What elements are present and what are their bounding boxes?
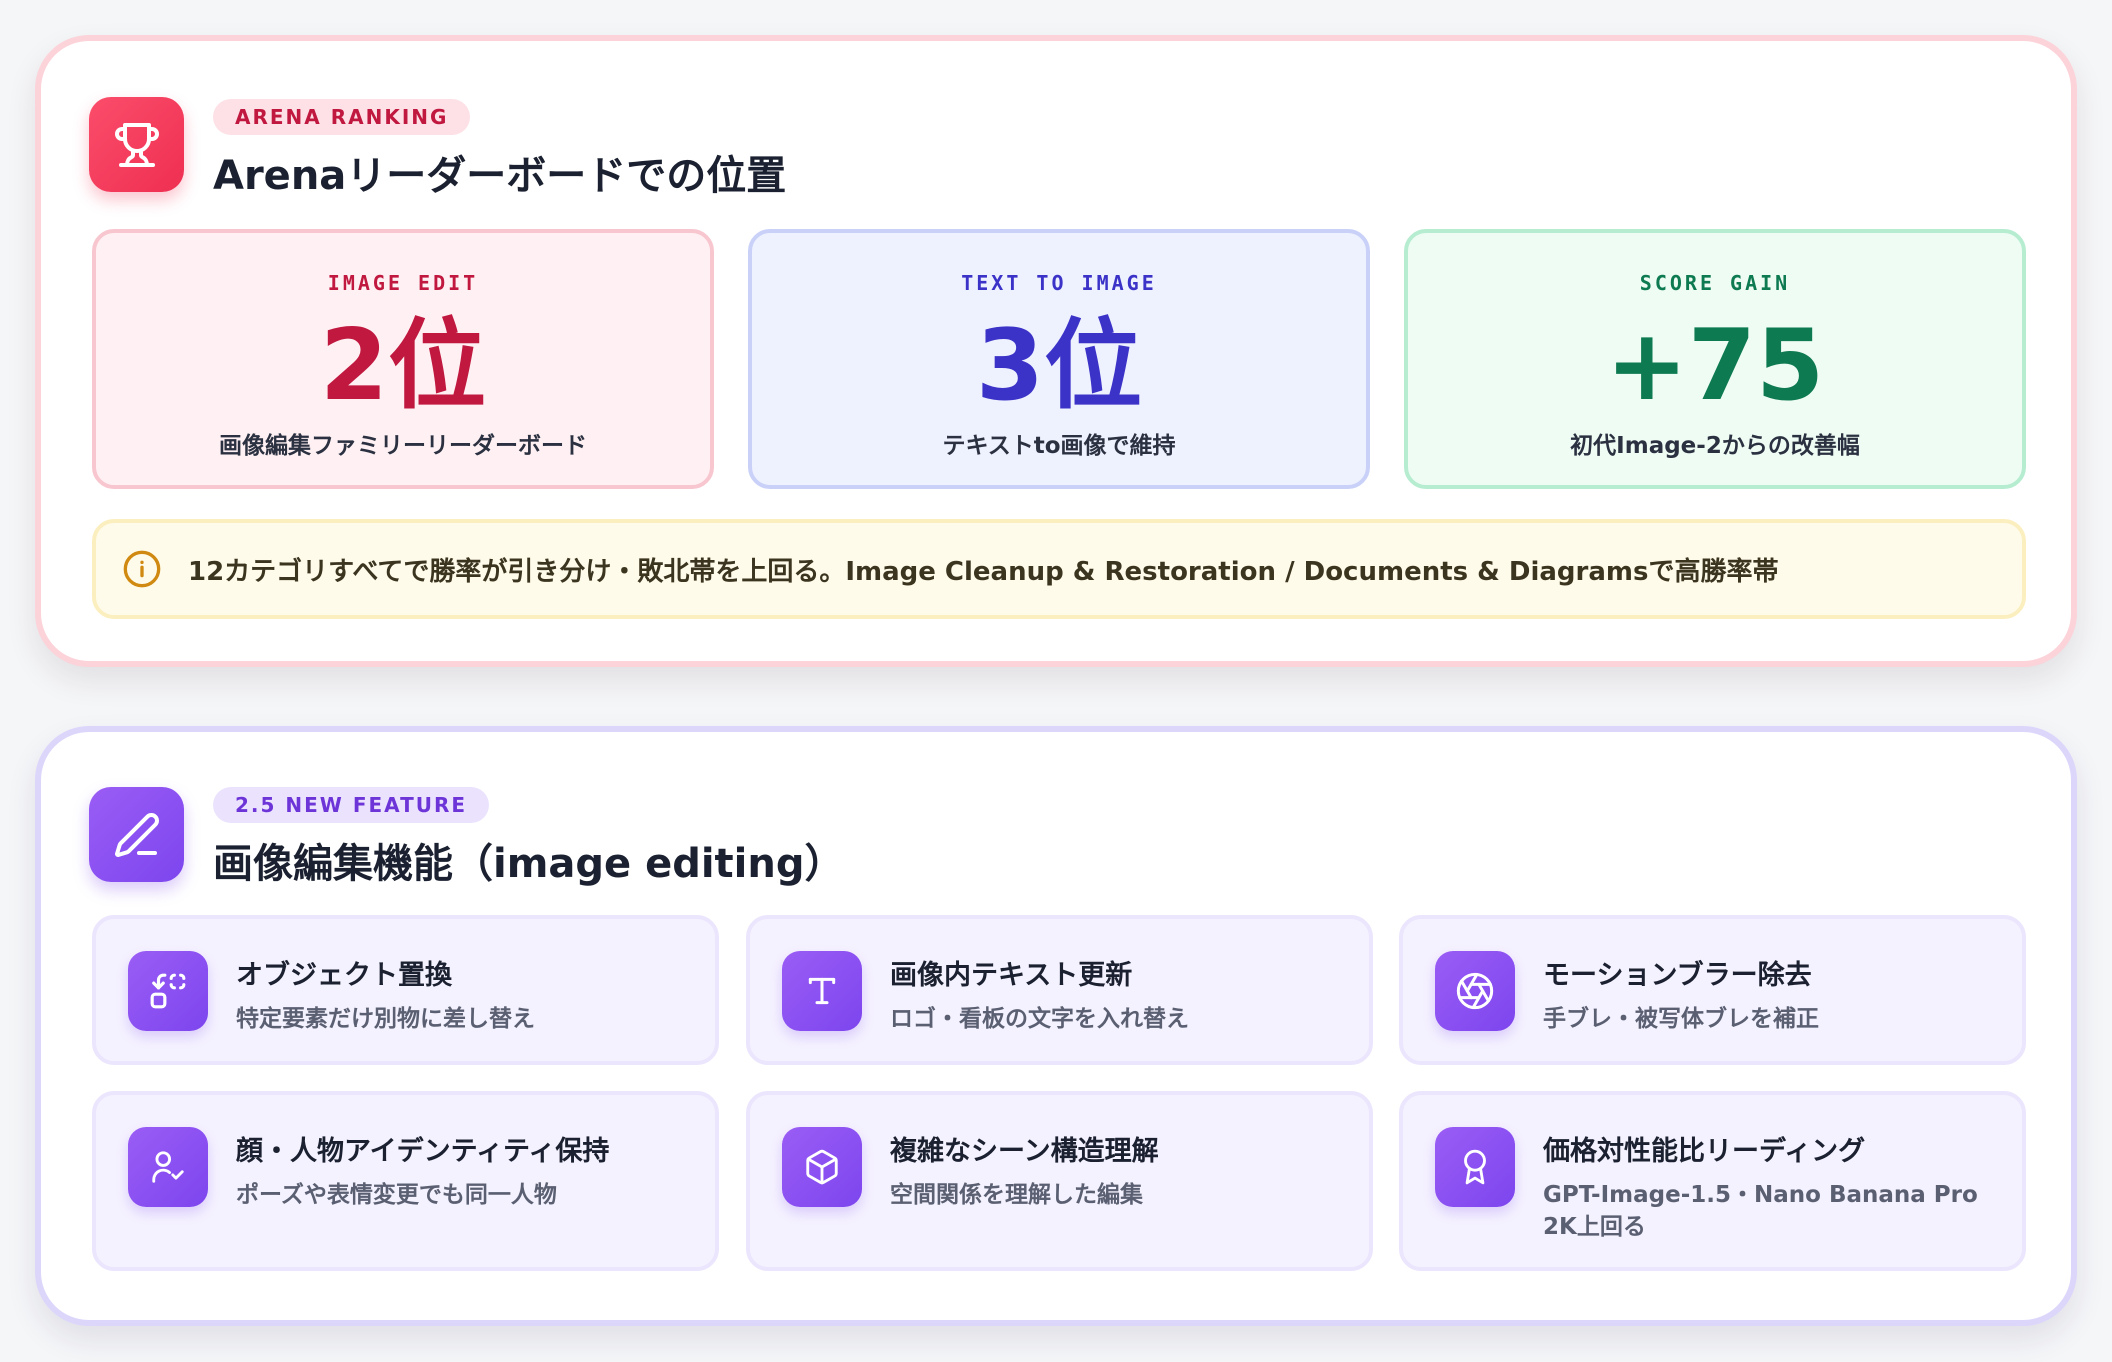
cube-icon	[782, 1127, 862, 1207]
object-replace-icon	[128, 951, 208, 1031]
feature-title: 顔・人物アイデンティティ保持	[236, 1136, 610, 1167]
feature-title: モーションブラー除去	[1543, 960, 1812, 991]
stat-score-gain: SCORE GAIN +75 初代Image-2からの改善幅	[1404, 229, 2026, 489]
section-title: 画像編集機能（image editing）	[213, 841, 845, 887]
section-title: Arenaリーダーボードでの位置	[213, 153, 787, 199]
info-note-text: 12カテゴリすべてで勝率が引き分け・敗北帯を上回る。Image Cleanup …	[188, 556, 1779, 587]
stat-value: +75	[1605, 309, 1825, 423]
stat-label: IMAGE EDIT	[327, 271, 479, 295]
feature-description: ロゴ・看板の文字を入れ替え	[890, 1006, 1189, 1032]
image-editing-card: 2.5 NEW FEATURE 画像編集機能（image editing） オブ…	[35, 726, 2077, 1326]
info-note: 12カテゴリすべてで勝率が引き分け・敗北帯を上回る。Image Cleanup …	[92, 519, 2026, 619]
stat-value: 2位	[319, 309, 487, 423]
feature-description: GPT-Image-1.5・Nano Banana Pro 2K上回る	[1543, 1182, 1978, 1240]
pen-icon	[89, 787, 184, 882]
feature-text-update: 画像内テキスト更新 ロゴ・看板の文字を入れ替え	[746, 915, 1373, 1065]
feature-description: ポーズや表情変更でも同一人物	[236, 1182, 557, 1208]
award-icon	[1435, 1127, 1515, 1207]
feature-object-replace: オブジェクト置換 特定要素だけ別物に差し替え	[92, 915, 719, 1065]
arena-ranking-card: ARENA RANKING Arenaリーダーボードでの位置 IMAGE EDI…	[35, 35, 2077, 667]
aperture-icon	[1435, 951, 1515, 1031]
stat-label: TEXT TO IMAGE	[961, 271, 1157, 295]
stat-caption: テキストto画像で維持	[942, 433, 1176, 459]
user-check-icon	[128, 1127, 208, 1207]
section-pill: ARENA RANKING	[213, 99, 471, 135]
feature-description: 特定要素だけ別物に差し替え	[236, 1006, 535, 1032]
feature-motion-blur: モーションブラー除去 手ブレ・被写体ブレを補正	[1399, 915, 2026, 1065]
text-type-icon	[782, 951, 862, 1031]
trophy-icon	[89, 97, 184, 192]
info-icon	[123, 550, 161, 588]
feature-title: 画像内テキスト更新	[890, 960, 1133, 991]
feature-title: 価格対性能比リーディング	[1543, 1136, 1866, 1167]
stat-caption: 画像編集ファミリーリーダーボード	[219, 433, 587, 459]
feature-price-performance: 価格対性能比リーディング GPT-Image-1.5・Nano Banana P…	[1399, 1091, 2026, 1271]
feature-title: 複雑なシーン構造理解	[890, 1136, 1159, 1167]
stat-value: 3位	[975, 309, 1143, 423]
section-pill: 2.5 NEW FEATURE	[213, 787, 490, 823]
stat-image-edit: IMAGE EDIT 2位 画像編集ファミリーリーダーボード	[92, 229, 714, 489]
feature-description: 空間関係を理解した編集	[890, 1182, 1143, 1208]
stat-caption: 初代Image-2からの改善幅	[1570, 433, 1860, 459]
feature-scene-structure: 複雑なシーン構造理解 空間関係を理解した編集	[746, 1091, 1373, 1271]
stat-text-to-image: TEXT TO IMAGE 3位 テキストto画像で維持	[748, 229, 1370, 489]
feature-identity-keep: 顔・人物アイデンティティ保持 ポーズや表情変更でも同一人物	[92, 1091, 719, 1271]
feature-title: オブジェクト置換	[236, 960, 452, 991]
feature-description: 手ブレ・被写体ブレを補正	[1543, 1006, 1819, 1032]
stat-label: SCORE GAIN	[1639, 271, 1791, 295]
